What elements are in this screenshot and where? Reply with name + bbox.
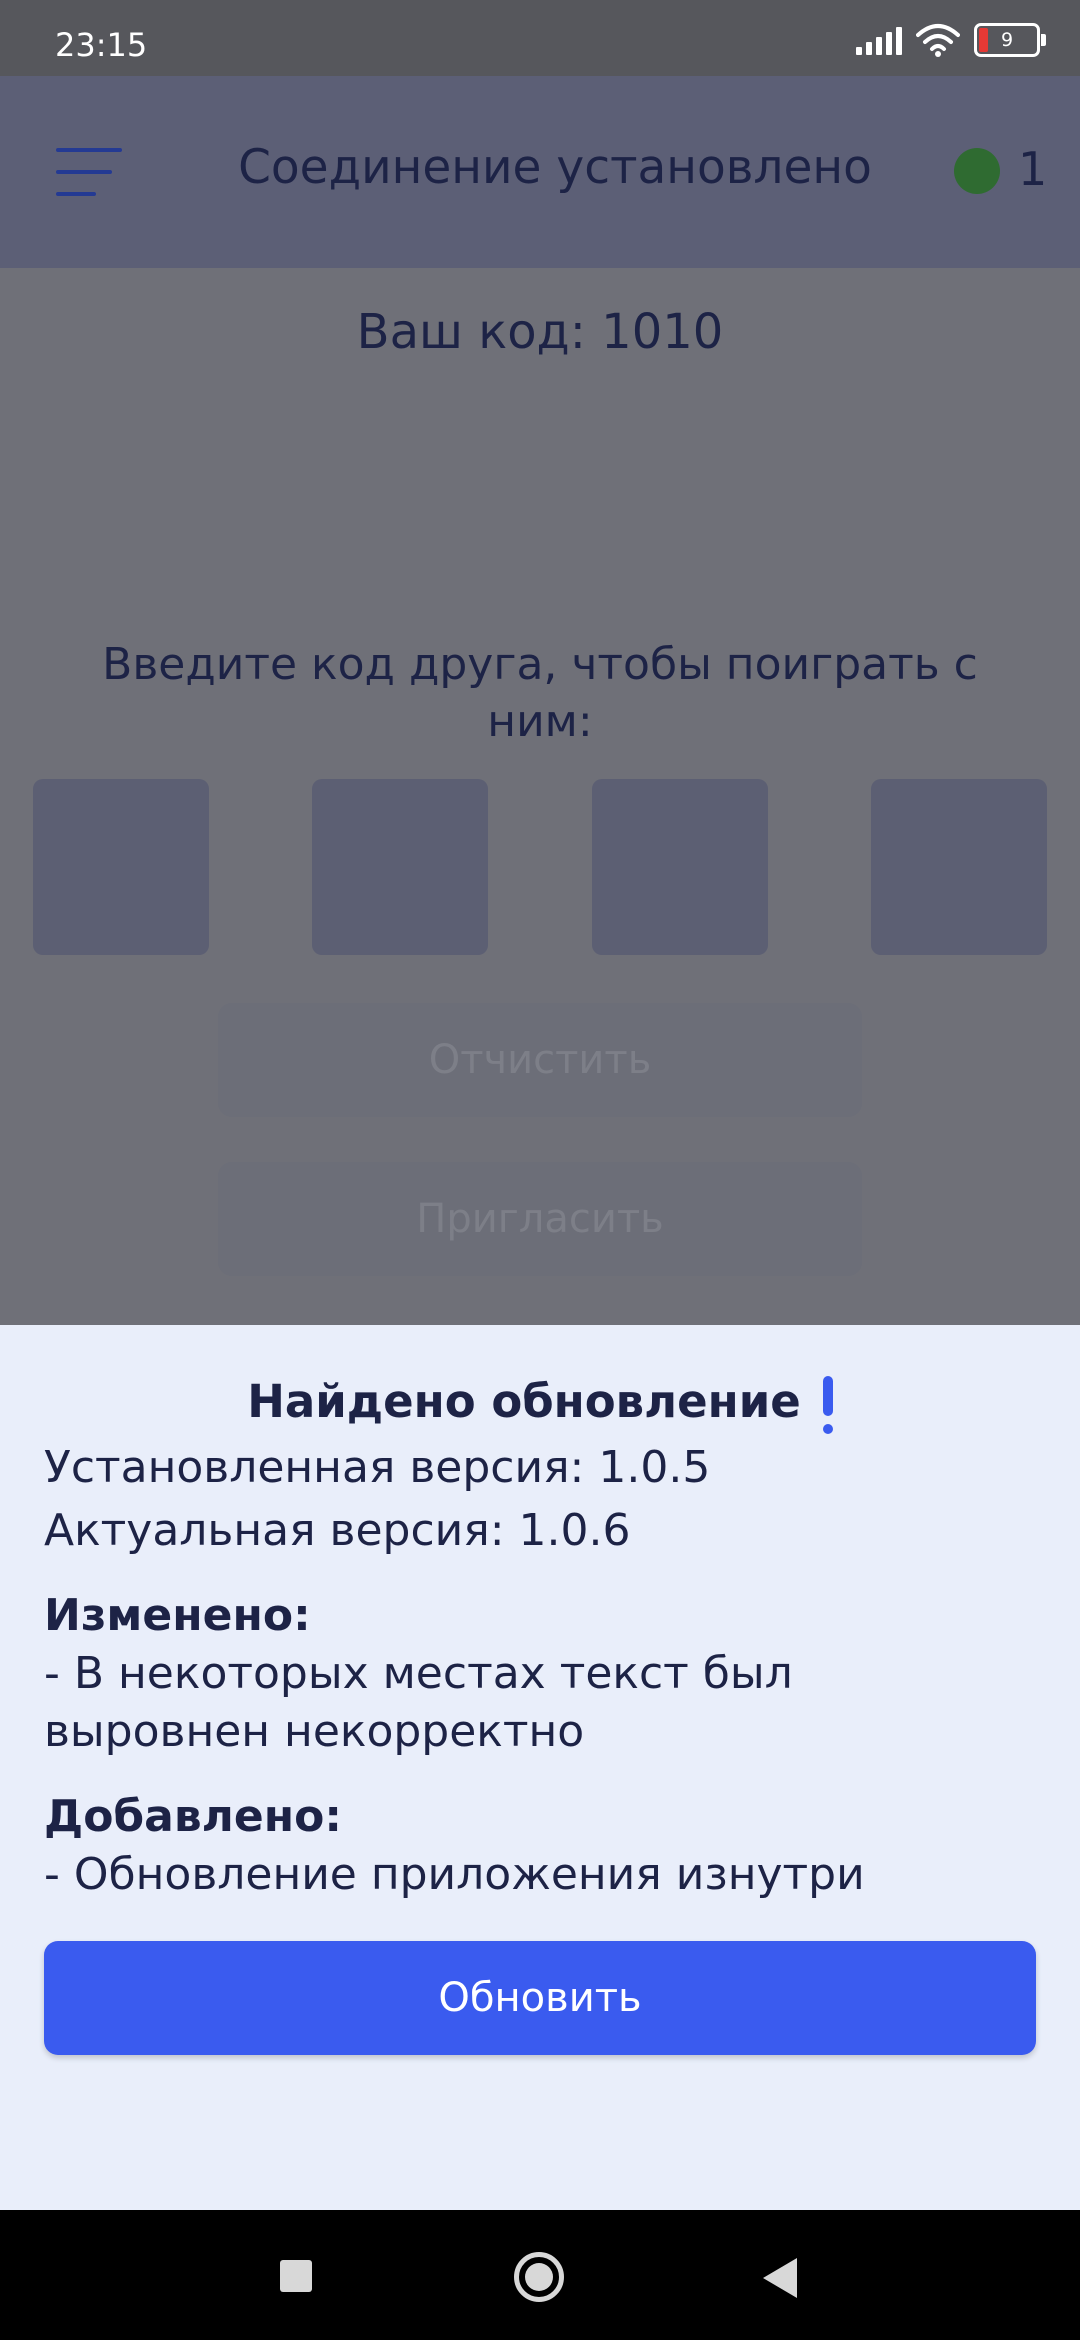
- wifi-icon: [916, 24, 960, 57]
- update-title-text: Найдено обновление: [247, 1375, 801, 1428]
- current-version: Актуальная версия: 1.0.6: [44, 1505, 631, 1556]
- added-line-1: - Обновление приложения изнутри: [44, 1849, 865, 1900]
- connection-count: 1: [1018, 142, 1048, 196]
- update-sheet-title: Найдено обновление: [0, 1375, 1080, 1434]
- code-digit-box-3[interactable]: [592, 779, 768, 955]
- changed-line-1: - В некоторых местах текст был: [44, 1648, 793, 1699]
- main-content: Ваш код: 1010 Введите код друга, чтобы п…: [0, 268, 1080, 1325]
- invite-button[interactable]: Пригласить: [218, 1162, 862, 1276]
- home-icon[interactable]: [514, 2252, 564, 2302]
- added-heading: Добавлено:: [44, 1791, 342, 1842]
- status-bar: 23:15 9: [0, 0, 1080, 76]
- status-time: 23:15: [55, 26, 148, 64]
- code-digit-box-2[interactable]: [312, 779, 488, 955]
- friend-code-prompt: Введите код друга, чтобы поиграть с ним:: [102, 639, 978, 747]
- update-sheet: Найдено обновление Установленная версия:…: [0, 1325, 1080, 2210]
- signal-icon: [856, 25, 902, 55]
- code-digit-box-4[interactable]: [871, 779, 1047, 955]
- app-bar: Соединение установлено 1: [0, 76, 1080, 268]
- back-icon[interactable]: [763, 2258, 797, 2298]
- battery-level: 9: [1000, 29, 1014, 51]
- clear-button[interactable]: Отчистить: [218, 1003, 862, 1117]
- update-button[interactable]: Обновить: [44, 1941, 1036, 2055]
- recents-icon[interactable]: [280, 2260, 312, 2292]
- code-digit-box-1[interactable]: [33, 779, 209, 955]
- your-code-label: Ваш код: 1010: [356, 304, 724, 360]
- changed-heading: Изменено:: [44, 1590, 311, 1641]
- nav-bar: [0, 2210, 1080, 2340]
- changed-line-2: выровнен некорректно: [44, 1706, 585, 1757]
- installed-version: Установленная версия: 1.0.5: [44, 1442, 711, 1493]
- page-title: Соединение установлено: [238, 140, 872, 195]
- connection-status-icon: [954, 148, 1000, 194]
- status-icons: 9: [856, 22, 1046, 58]
- exclamation-icon: [822, 1376, 833, 1434]
- battery-icon: 9: [974, 23, 1046, 57]
